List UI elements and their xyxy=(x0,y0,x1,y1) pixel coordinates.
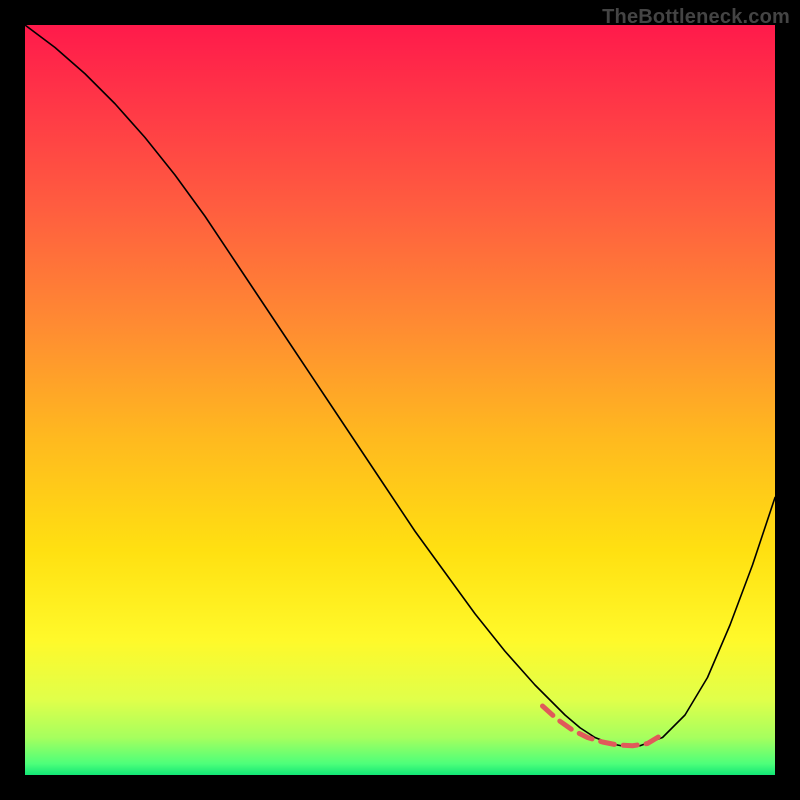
watermark: TheBottleneck.com xyxy=(602,6,790,29)
chart-plot xyxy=(25,25,775,775)
chart-frame: TheBottleneck.com xyxy=(0,0,800,800)
chart-svg xyxy=(25,25,775,775)
